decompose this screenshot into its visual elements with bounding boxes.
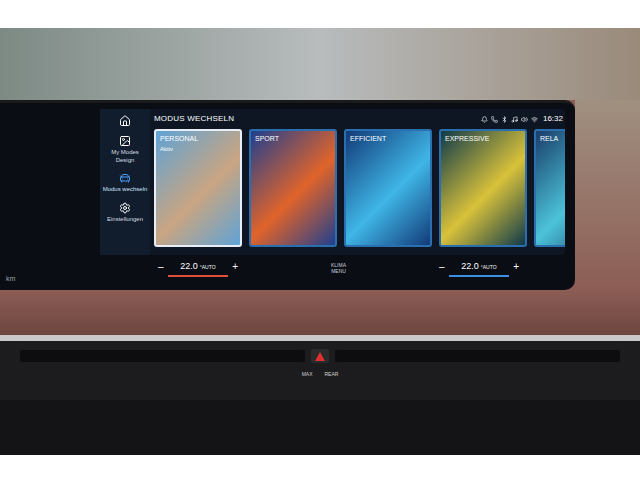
sidebar-item[interactable]: Einstellungen [106,202,144,224]
mode-card[interactable]: PERSONAL Aktiv [154,129,242,247]
sidebar-item[interactable]: My Modes Design [100,135,150,164]
top-margin [0,0,640,28]
unit-label: km [6,274,94,285]
bluetooth-icon [501,116,508,123]
mode-label: RELA [540,135,565,144]
hazard-button[interactable] [311,349,329,363]
vent [335,350,620,362]
temp-bar [168,275,228,277]
hazard-icon [315,352,325,361]
temp-unit: °AUTO [481,264,497,272]
clock: 16:32 [543,113,563,125]
bottom-margin [0,455,640,480]
photo: km My Modes Design Modus wechseln Einstellu… [0,0,640,480]
dashboard-trim [0,290,640,335]
vent-strip: MAX REAR [0,335,640,400]
mode-label: SPORT [255,135,331,144]
page-title: MODUS WECHSELN [154,113,234,125]
home-icon[interactable] [119,115,131,127]
temp-plus-button[interactable]: + [513,259,519,274]
temp-bar [449,275,509,277]
temp-plus-button[interactable]: + [232,259,238,274]
sidebar: My Modes Design Modus wechseln Einstellung… [100,109,150,255]
climate-row: –22.0°AUTO+KLIMA MENU–22.0°AUTO+ [100,259,565,277]
temp-value: 22.0 [180,260,198,274]
header-row: MODUS WECHSELN 16:32 [154,109,565,129]
modes-icon [119,172,131,184]
climate-menu-button[interactable]: KLIMA MENU [327,262,351,275]
mode-label: EFFICIENT [350,135,426,144]
temp-value: 22.0 [461,260,479,274]
climate-left: – 22.0°AUTO + [154,259,242,277]
climate-right: – 22.0°AUTO + [435,259,523,277]
active-label: Aktiv [160,146,236,154]
display: km My Modes Design Modus wechseln Einstellu… [0,100,575,290]
phone-icon [491,116,498,123]
mode-card[interactable]: EXPRESSIVE [439,129,527,247]
windshield-edge [575,100,640,290]
mode-card[interactable]: EFFICIENT [344,129,432,247]
gear-icon [119,202,131,214]
defrost-button[interactable]: REAR [322,371,340,379]
screen-row: km My Modes Design Modus wechseln Einstellu… [0,100,640,290]
mode-label: EXPRESSIVE [445,135,521,144]
notification-icon [481,116,488,123]
vent [20,350,305,362]
mode-card[interactable]: SPORT [249,129,337,247]
volume-icon [521,116,528,123]
temp-unit: °AUTO [200,264,216,272]
status-bar: 16:32 [481,113,563,125]
music-icon [511,116,518,123]
temp-minus-button[interactable]: – [158,259,164,274]
lower-dashboard [0,400,640,455]
signal-icon [531,116,538,123]
defrost-button[interactable]: MAX [300,371,315,379]
driver-display: km [0,103,100,290]
mode-cards: PERSONAL Aktiv SPORT EFFICIENT EXPRESSIVE REL… [154,129,565,247]
background-scene [0,28,640,100]
main-panel: My Modes Design Modus wechseln Einstellung… [100,109,565,255]
design-icon [119,135,131,147]
mode-label: PERSONAL [160,135,236,144]
sidebar-item[interactable]: Modus wechseln [102,172,149,194]
mode-card[interactable]: RELA [534,129,565,247]
temp-minus-button[interactable]: – [439,259,445,274]
